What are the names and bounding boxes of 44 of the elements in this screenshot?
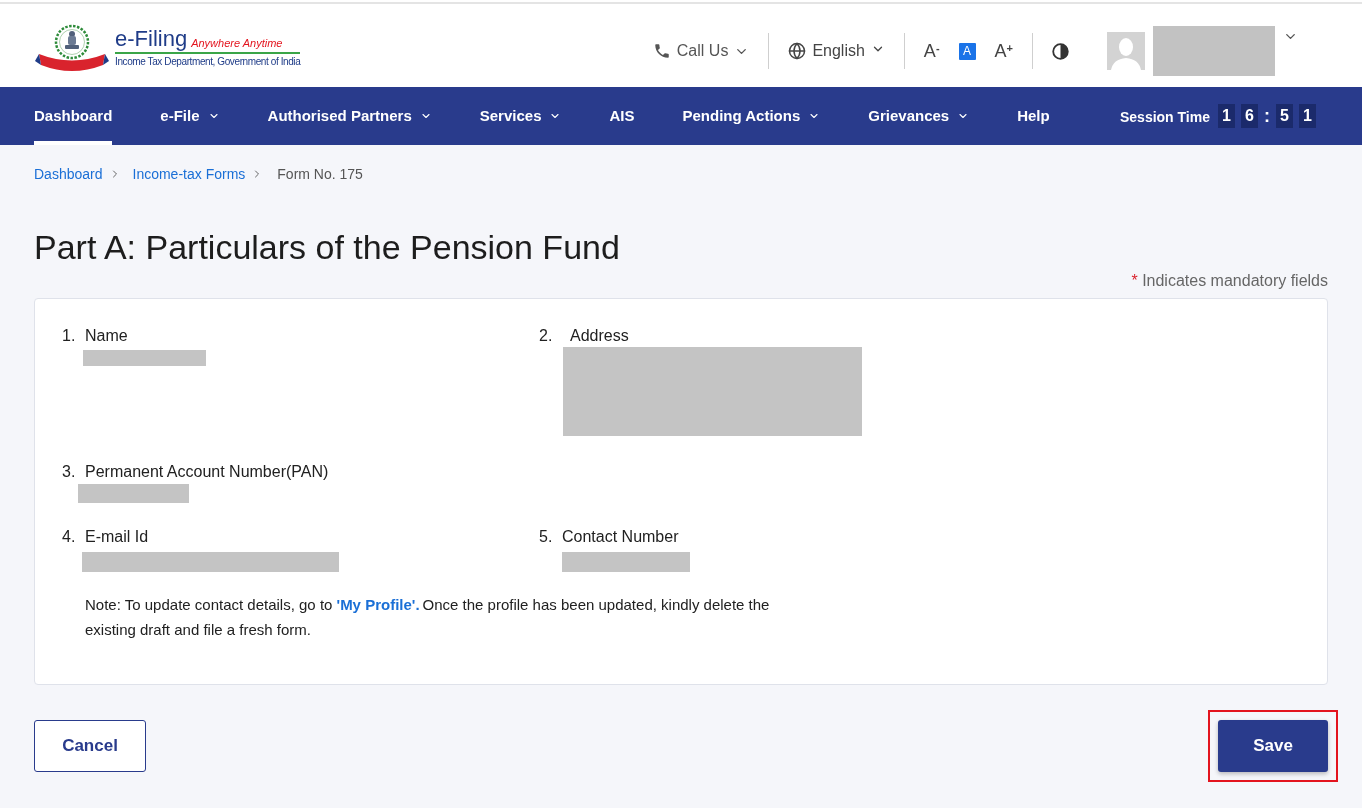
logo-tagline: Anywhere Anytime <box>191 35 283 51</box>
nav-item[interactable]: Dashboard <box>34 87 113 145</box>
breadcrumb-current: Form No. 175 <box>277 165 363 184</box>
font-size-button[interactable]: A$^{+}$ <box>994 41 1013 61</box>
field-label: Permanent Account Number(PAN) <box>85 462 329 482</box>
timer-digit: 5 <box>1276 104 1293 128</box>
call-us-button[interactable]: Call Us <box>652 39 750 63</box>
logo-subtitle: Income Tax Department, Government of India <box>115 54 301 69</box>
session-time-label: Session Time <box>1120 107 1210 127</box>
nav-item[interactable]: Pending Actions <box>682 87 821 145</box>
breadcrumb-link[interactable]: Dashboard <box>34 164 103 184</box>
nav-item[interactable]: Authorised Partners <box>267 87 432 145</box>
timer-digit: 1 <box>1218 104 1235 128</box>
nav-item[interactable]: e-File <box>160 87 220 145</box>
nav-item[interactable]: Grievances <box>868 87 970 145</box>
nav-item[interactable]: Services <box>479 87 562 145</box>
my-profile-link[interactable]: 'My Profile'. <box>336 596 420 613</box>
phone-icon <box>652 42 671 60</box>
field-number: 1. <box>62 326 77 346</box>
contrast-icon[interactable] <box>1052 42 1069 60</box>
field-number: 3. <box>62 462 77 482</box>
field-label: Address <box>570 326 629 346</box>
timer-digit: 1 <box>1299 104 1316 128</box>
field-number: 5. <box>539 527 554 547</box>
save-button[interactable]: Save <box>1218 720 1328 772</box>
page-title: Part A: Particulars of the Pension Fund <box>34 227 621 267</box>
font-size-button[interactable]: A <box>958 42 976 60</box>
nav-item[interactable]: Help <box>1017 87 1050 145</box>
cancel-button[interactable]: Cancel <box>34 720 146 772</box>
mandatory-fields-note: * Indicates mandatory fields <box>1131 271 1328 291</box>
breadcrumb-link[interactable]: Income-tax Forms <box>132 164 246 184</box>
globe-icon <box>788 42 807 60</box>
timer-digit: 6 <box>1241 104 1258 128</box>
logo-title: e-Filing <box>115 26 188 51</box>
field-number: 4. <box>62 527 77 547</box>
timer-separator: : <box>1264 104 1270 128</box>
language-button[interactable]: English <box>788 39 885 63</box>
field-label: Name <box>85 326 128 346</box>
nav-item[interactable]: AIS <box>609 87 635 145</box>
field-number: 2. <box>539 326 554 346</box>
font-size-button[interactable]: A$^{-}$ <box>923 41 940 61</box>
field-label: Contact Number <box>562 527 679 547</box>
note-text: Note: To update contact details, go to 'My Profile'. Once the profile has been updated, kindly delete the existing draft and file a fresh form. <box>85 595 771 640</box>
field-label: E-mail Id <box>85 527 149 547</box>
